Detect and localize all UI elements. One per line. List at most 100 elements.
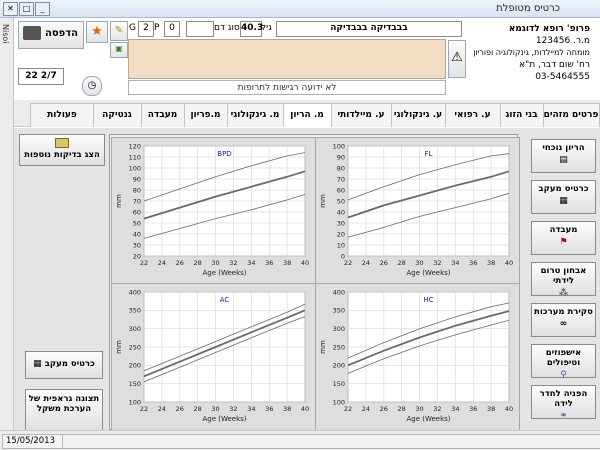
image-button[interactable]: ▣ bbox=[110, 42, 128, 58]
image-icon: ▣ bbox=[115, 44, 123, 53]
x-tick-label: 22 bbox=[344, 259, 352, 267]
tab-obstetric-history[interactable]: ע. מיילדותי bbox=[330, 103, 392, 127]
allergy-field[interactable]: לא ידועה רגישות לתרופות bbox=[128, 80, 446, 95]
x-tick-label: 22 bbox=[344, 405, 352, 413]
y-tick-label: 80 bbox=[337, 164, 345, 172]
hospitalizations-label: אישפוזים וטיפולים bbox=[545, 348, 582, 368]
show-more-tests-button[interactable]: הצג בדיקות נוספות bbox=[19, 134, 105, 166]
x-tick-label: 38 bbox=[283, 259, 291, 267]
systems-review-button[interactable]: סקירת מערכות ∞ bbox=[531, 303, 596, 337]
x-tick-label: 30 bbox=[211, 259, 219, 267]
x-tick-label: 22 bbox=[140, 405, 148, 413]
clock-button[interactable]: ◷ bbox=[82, 76, 102, 96]
doctor-name: פרופ' רופא לדוגמא bbox=[508, 24, 590, 34]
tab-identifying-details[interactable]: פרטים מזהים bbox=[542, 103, 600, 127]
tab-medical-history[interactable]: ע. רפואי bbox=[444, 103, 501, 127]
y-tick-label: 80 bbox=[133, 186, 141, 194]
y-tick-label: 250 bbox=[333, 343, 345, 351]
prenatal-diagnosis-button[interactable]: אבחון טרום לידתי ⁂ bbox=[531, 262, 596, 298]
g-value-field[interactable]: 2 bbox=[138, 21, 154, 37]
link-icon: ⚭ bbox=[559, 411, 568, 421]
minimize-window-button[interactable]: _ bbox=[35, 2, 50, 16]
y-tick-label: 70 bbox=[133, 197, 141, 205]
tab-gynecology[interactable]: מ. גינקולוגי bbox=[226, 103, 284, 127]
patient-notes-area[interactable] bbox=[128, 39, 446, 79]
y-tick-label: 40 bbox=[337, 208, 345, 216]
left-side-strip[interactable]: Nisoi bbox=[0, 18, 14, 433]
blood-type-field[interactable] bbox=[186, 21, 214, 37]
x-tick-label: 30 bbox=[415, 405, 423, 413]
y-tick-label: 50 bbox=[337, 197, 345, 205]
warning-button[interactable]: ⚠ bbox=[448, 40, 466, 78]
y-tick-label: 70 bbox=[337, 175, 345, 183]
chart-title: BPD bbox=[217, 150, 231, 158]
glasses-icon: ∞ bbox=[559, 319, 568, 329]
x-tick-label: 26 bbox=[380, 259, 388, 267]
x-tick-label: 24 bbox=[362, 405, 370, 413]
x-tick-label: 30 bbox=[415, 259, 423, 267]
close-window-button[interactable]: ✕ bbox=[3, 2, 18, 16]
favorite-button[interactable]: ★ bbox=[86, 21, 108, 43]
tab-lab[interactable]: מעבדה bbox=[140, 103, 185, 127]
x-tick-label: 28 bbox=[398, 259, 406, 267]
y-tick-label: 300 bbox=[333, 325, 345, 333]
x-tick-label: 38 bbox=[487, 405, 495, 413]
delivery-room-referral-button[interactable]: הפניה לחדר לידה ⚭ bbox=[531, 385, 596, 421]
tab-fertility[interactable]: מ.פריון bbox=[183, 103, 228, 127]
y-tick-label: 90 bbox=[337, 153, 345, 161]
x-tick-label: 26 bbox=[176, 259, 184, 267]
chart-fl: 22 24 26 28 30 32 34 36 38 40 0 10 20 30 40 50 60 70 80 90 1… bbox=[319, 142, 513, 277]
x-tick-label: 36 bbox=[469, 405, 477, 413]
tab-gynecological-history[interactable]: ע. גינקולוגי bbox=[390, 103, 446, 127]
chart-panel-ac: 22 24 26 28 30 32 34 36 38 40 100 150 200 250 300 350 40… bbox=[111, 283, 316, 431]
left-strip-label: Nisoi bbox=[1, 24, 10, 44]
tab-spouses[interactable]: בני הזוג bbox=[499, 103, 544, 127]
y-tick-label: 30 bbox=[133, 241, 141, 249]
note-pencil-icon: ✎ bbox=[114, 25, 124, 36]
edit-note-button[interactable]: ✎ bbox=[110, 21, 128, 41]
tracking-card-button[interactable]: כרטיס מעקב ▦ bbox=[531, 180, 596, 214]
left-tracking-card-button[interactable]: ▦ כרטיס מעקב bbox=[25, 351, 103, 379]
y-tick-label: 120 bbox=[129, 142, 141, 150]
grid-icon: ▦ bbox=[33, 359, 42, 369]
p-label: P bbox=[154, 23, 160, 33]
lab-button[interactable]: מעבדה ⚑ bbox=[531, 221, 596, 255]
doctor-license: מ.ר. 123456 bbox=[535, 36, 590, 46]
x-axis-label: Age (Weeks) bbox=[406, 415, 450, 423]
tab-actions[interactable]: פעולות bbox=[30, 103, 94, 127]
y-tick-label: 100 bbox=[333, 398, 345, 406]
y-tick-label: 100 bbox=[333, 142, 345, 150]
x-tick-label: 34 bbox=[247, 405, 255, 413]
tab-pregnancy[interactable]: מ. הריון bbox=[282, 103, 332, 127]
hospitalizations-button[interactable]: אישפוזים וטיפולים ⚲ bbox=[531, 344, 596, 380]
print-button-label: הדפסה bbox=[45, 28, 78, 39]
weight-graph-button[interactable]: תצוגה גראפית של הערכת משקל bbox=[25, 389, 103, 431]
tab-genetics[interactable]: גנטיקה bbox=[92, 103, 142, 127]
chart-title: AC bbox=[220, 296, 230, 304]
y-tick-label: 0 bbox=[341, 252, 345, 260]
x-tick-label: 28 bbox=[398, 405, 406, 413]
y-tick-label: 50 bbox=[133, 219, 141, 227]
blood-type-label: סוג דם bbox=[214, 23, 240, 33]
y-axis-label: mm bbox=[319, 194, 327, 208]
grid-icon: ▦ bbox=[559, 196, 568, 206]
y-tick-label: 60 bbox=[133, 208, 141, 216]
patient-name-field[interactable]: בבבדיקה בבבדיקה bbox=[276, 21, 462, 37]
y-axis-label: mm bbox=[319, 340, 327, 354]
y-tick-label: 350 bbox=[129, 307, 141, 315]
pregnancy-week-field: 22 2/7 bbox=[18, 68, 64, 85]
maximize-window-button[interactable]: □ bbox=[19, 2, 34, 16]
x-tick-label: 28 bbox=[194, 259, 202, 267]
left-tracking-card-label: כרטיס מעקב bbox=[44, 359, 95, 369]
p-value-field[interactable]: 0 bbox=[164, 21, 180, 37]
x-tick-label: 32 bbox=[433, 259, 441, 267]
chart-title: FL bbox=[425, 150, 433, 158]
flag-icon: ⚑ bbox=[559, 237, 568, 247]
chart-ac: 22 24 26 28 30 32 34 36 38 40 100 150 200 250 300 350 40… bbox=[115, 288, 309, 423]
print-button[interactable]: הדפסה bbox=[18, 21, 84, 49]
window-title-bar: ✕ □ _ כרטיס מטופלת bbox=[0, 0, 600, 18]
current-pregnancy-button[interactable]: הריון נוכחי ▤ bbox=[531, 139, 596, 173]
prenatal-diagnosis-label: אבחון טרום לידתי bbox=[540, 266, 587, 286]
y-tick-label: 200 bbox=[333, 362, 345, 370]
y-tick-label: 150 bbox=[129, 380, 141, 388]
